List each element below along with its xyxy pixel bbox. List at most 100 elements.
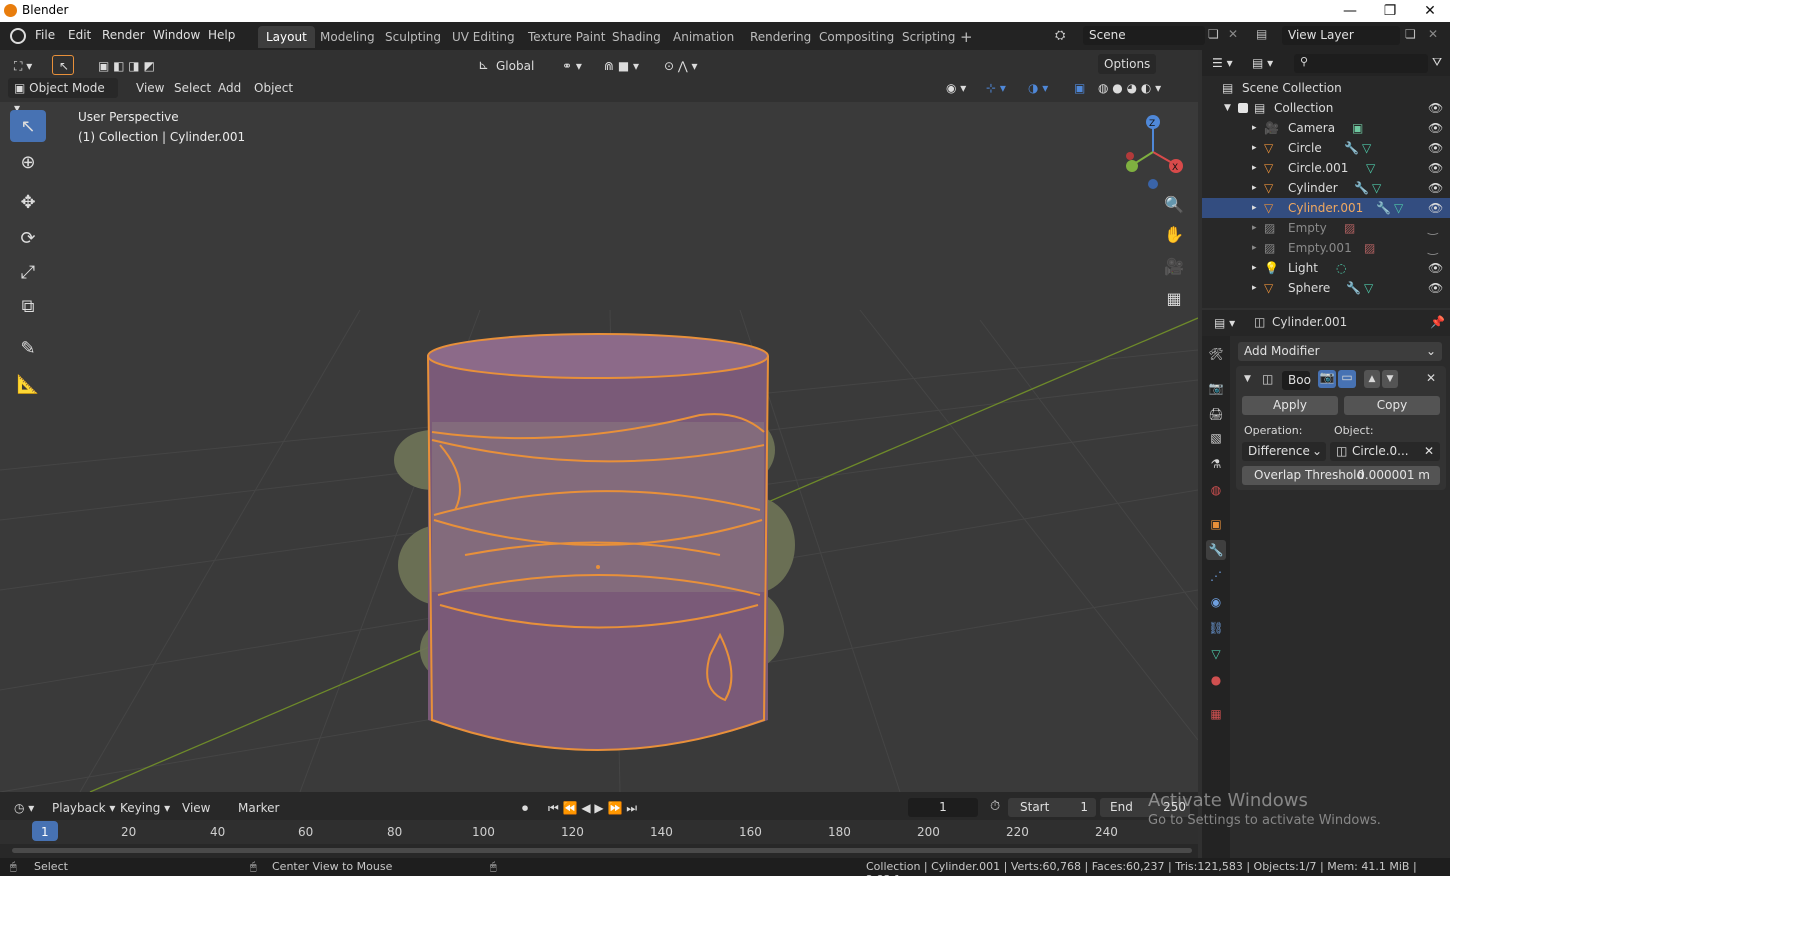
filter-icon[interactable]: ⛛ [1432, 55, 1442, 70]
start-frame-field[interactable]: Start 1 [1008, 798, 1096, 817]
proportional-edit-icon[interactable]: ⊙ ⋀ ▾ [658, 56, 704, 76]
tab-compositing[interactable]: Compositing [811, 26, 902, 48]
playback-controls[interactable]: ⏮ ⏪ ◀ ▶ ⏩ ⏭ [542, 798, 643, 818]
scene-tab-icon[interactable]: ⚗ [1206, 454, 1226, 474]
options-dropdown[interactable]: Options [1098, 54, 1157, 74]
tool-annotate[interactable]: ✎ [10, 332, 46, 364]
mode-select[interactable]: ▣ Object Mode ▾ [8, 78, 118, 115]
tool-rotate[interactable]: ⟳ [10, 222, 46, 254]
eye-icon[interactable]: 👁 [1428, 198, 1443, 218]
expand-arrow-icon[interactable]: ▸ [1252, 198, 1257, 218]
menu-view[interactable]: View [130, 78, 170, 98]
zoom-icon[interactable]: 🔍 [1160, 190, 1188, 218]
eye-icon[interactable]: 👁 [1428, 258, 1443, 278]
outliner-item-cylinder[interactable]: ▸ ▽ Cylinder 🔧 ▽ 👁 [1202, 178, 1450, 198]
delete-scene-icon[interactable]: ✕ [1228, 27, 1238, 41]
blender-menu-icon[interactable] [10, 28, 26, 44]
new-scene-icon[interactable]: ❏ [1208, 27, 1219, 41]
collapse-arrow-icon[interactable]: ▼ [1244, 374, 1251, 384]
eye-icon[interactable]: 👁 [1428, 158, 1443, 178]
selection-mode-icons[interactable]: ▣ ◧ ◨ ◩ [92, 56, 161, 76]
outliner-item-empty[interactable]: ▸ ▨ Empty ▨ ‿ [1202, 218, 1450, 238]
output-tab-icon[interactable]: 🖨 [1206, 404, 1226, 424]
physics-tab-icon[interactable]: ◉ [1206, 592, 1226, 612]
pin-icon[interactable]: 📌 [1430, 315, 1445, 329]
menu-object[interactable]: Object [248, 78, 299, 98]
scene-name-field[interactable]: Scene [1083, 26, 1205, 45]
tab-modeling[interactable]: Modeling [312, 26, 383, 48]
data-tab-icon[interactable]: ▽ [1206, 644, 1226, 664]
menu-help[interactable]: Help [208, 28, 235, 42]
camera-view-icon[interactable]: 🎥 [1160, 252, 1188, 280]
menu-file[interactable]: File [35, 28, 55, 42]
expand-arrow-icon[interactable]: ▸ [1252, 118, 1257, 138]
ortho-grid-icon[interactable]: ▦ [1160, 284, 1188, 312]
new-view-layer-icon[interactable]: ❏ [1405, 27, 1416, 41]
pivot-point-icon[interactable]: ⚭ ▾ [556, 56, 588, 76]
remove-modifier-icon[interactable]: ✕ [1426, 371, 1436, 385]
modifier-name-field[interactable]: Boo [1282, 371, 1311, 390]
tool-transform[interactable]: ⧉ [10, 290, 46, 322]
navigation-gizmo[interactable]: Z X [1118, 112, 1188, 192]
expand-arrow-icon[interactable]: ▸ [1252, 278, 1257, 298]
properties-editor-icon[interactable]: ▤ ▾ [1208, 313, 1241, 333]
menu-window[interactable]: Window [153, 28, 200, 42]
menu-select[interactable]: Select [168, 78, 217, 98]
expand-arrow-icon[interactable]: ▸ [1252, 238, 1257, 258]
minimize-button[interactable]: — [1330, 0, 1370, 22]
xray-icon[interactable]: ▣ [1068, 78, 1091, 98]
display-mode-icon[interactable]: ▤ ▾ [1246, 53, 1279, 73]
scene-collection-row[interactable]: ▤ Scene Collection [1202, 78, 1450, 98]
close-window-button[interactable]: ✕ [1410, 0, 1450, 22]
eye-closed-icon[interactable]: ‿ [1428, 238, 1438, 258]
3d-viewport[interactable]: ⛶ ▾ ↖ ▣ ◧ ◨ ◩ ⊾ Global ⚭ ▾ ⋒ ■ ▾ ⊙ ⋀ ▾ O… [0, 50, 1198, 792]
texture-tab-icon[interactable]: ▦ [1206, 704, 1226, 724]
record-icon[interactable]: ⏺ [516, 798, 534, 818]
eye-icon[interactable]: 👁 [1428, 118, 1443, 138]
overlap-threshold-field[interactable]: Overlap Threshold 0.000001 m [1242, 466, 1440, 485]
render-toggle-icon[interactable]: 📷 [1318, 370, 1336, 388]
tool-tab-icon[interactable]: 🛠 [1206, 344, 1226, 364]
tool-cursor[interactable]: ⊕ [10, 146, 46, 178]
object-tab-icon[interactable]: ▣ [1206, 514, 1226, 534]
shading-modes-icon[interactable]: ◍ ● ◕ ◐ ▾ [1092, 78, 1167, 98]
view-layer-field[interactable]: View Layer [1282, 26, 1400, 45]
collection-row[interactable]: ▼ ▤ Collection 👁 [1202, 98, 1450, 118]
snap-icon[interactable]: ⋒ ■ ▾ [598, 56, 645, 76]
timeline-scrollbar[interactable] [12, 848, 1192, 853]
outliner-item-light[interactable]: ▸ 💡 Light ◌ 👁 [1202, 258, 1450, 278]
world-tab-icon[interactable]: ◍ [1206, 480, 1226, 500]
marker-menu[interactable]: Marker [232, 798, 285, 818]
keying-menu[interactable]: Keying ▾ [114, 798, 176, 818]
expand-arrow-icon[interactable]: ▸ [1252, 138, 1257, 158]
tab-rendering[interactable]: Rendering [742, 26, 819, 48]
overlay-toggle-icon[interactable]: ◑ ▾ [1022, 78, 1054, 98]
timeline-view-menu[interactable]: View [176, 798, 216, 818]
expand-arrow-icon[interactable]: ▸ [1252, 218, 1257, 238]
transform-orientation-select[interactable]: Global [490, 56, 540, 76]
particles-tab-icon[interactable]: ⋰ [1206, 566, 1226, 586]
select-tool-icon[interactable]: ↖ [52, 55, 74, 75]
outliner-item-sphere[interactable]: ▸ ▽ Sphere 🔧 ▽ 👁 [1202, 278, 1450, 298]
outliner-item-camera[interactable]: ▸ 🎥 Camera ▣ 👁 [1202, 118, 1450, 138]
tab-sculpting[interactable]: Sculpting [377, 26, 449, 48]
tab-shading[interactable]: Shading [604, 26, 669, 48]
eye-icon[interactable]: 👁 [1428, 178, 1443, 198]
outliner-item-empty-001[interactable]: ▸ ▨ Empty.001 ▨ ‿ [1202, 238, 1450, 258]
tab-layout[interactable]: Layout [258, 26, 315, 48]
tool-scale[interactable]: ⤢ [10, 256, 46, 288]
object-select[interactable]: ◫ Circle.0... ✕ [1330, 442, 1440, 461]
eye-icon[interactable]: 👁 [1428, 138, 1443, 158]
tool-measure[interactable]: 📐 [10, 368, 46, 400]
outliner-item-circle-001[interactable]: ▸ ▽ Circle.001 ▽ 👁 [1202, 158, 1450, 178]
current-frame-field[interactable]: 1 [908, 798, 978, 817]
tool-move[interactable]: ✥ [10, 186, 46, 218]
playback-menu[interactable]: Playback ▾ [46, 798, 121, 818]
eye-icon[interactable]: 👁 [1428, 98, 1443, 118]
clear-object-icon[interactable]: ✕ [1424, 442, 1434, 461]
modifier-tab-icon[interactable]: 🔧 [1206, 540, 1226, 560]
copy-button[interactable]: Copy [1344, 396, 1440, 415]
timeline-editor-icon[interactable]: ◷ ▾ [8, 798, 40, 818]
visibility-icon[interactable]: ◉ ▾ [940, 78, 972, 98]
outliner-item-circle[interactable]: ▸ ▽ Circle 🔧 ▽ 👁 [1202, 138, 1450, 158]
